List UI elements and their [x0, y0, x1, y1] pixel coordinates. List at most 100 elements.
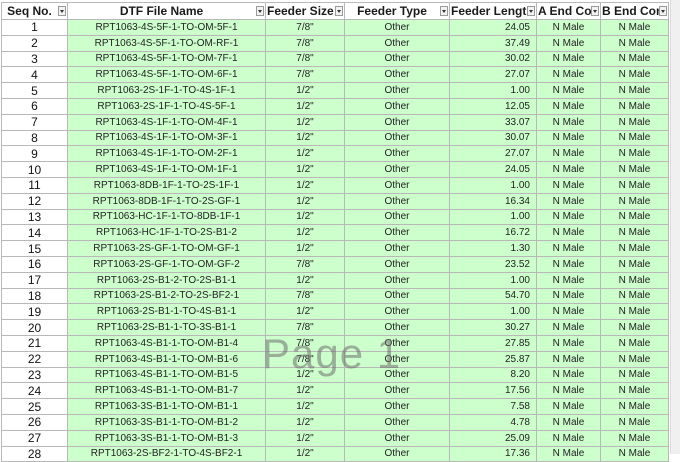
column-header-feeder-length[interactable]: Feeder Length — [449, 2, 537, 20]
column-header-a-end[interactable]: A End Cor — [536, 2, 601, 20]
dtf-file-name-cell[interactable]: RPT1063-HC-1F-1-TO-2S-B1-2 — [67, 224, 266, 242]
feeder-length-cell[interactable]: 1.00 — [449, 208, 537, 226]
b-end-connector-cell[interactable]: N Male — [600, 429, 669, 447]
b-end-connector-cell[interactable]: N Male — [600, 271, 669, 289]
a-end-connector-cell[interactable]: N Male — [536, 113, 601, 131]
a-end-connector-cell[interactable]: N Male — [536, 82, 601, 99]
filter-dropdown-icon[interactable] — [659, 6, 667, 16]
feeder-length-cell[interactable]: 1.30 — [449, 240, 537, 257]
feeder-length-cell[interactable]: 27.85 — [449, 334, 537, 352]
filter-dropdown-icon[interactable] — [440, 6, 448, 16]
feeder-length-cell[interactable]: 37.49 — [449, 34, 537, 52]
a-end-connector-cell[interactable]: N Male — [536, 271, 601, 289]
b-end-connector-cell[interactable]: N Male — [600, 129, 669, 147]
dtf-file-name-cell[interactable]: RPT1063-4S-B1-1-TO-OM-B1-4 — [67, 334, 266, 352]
dtf-file-name-cell[interactable]: RPT1063-2S-1F-1-TO-4S-1F-1 — [67, 82, 266, 99]
a-end-connector-cell[interactable]: N Male — [536, 97, 601, 115]
b-end-connector-cell[interactable]: N Male — [600, 255, 669, 273]
dtf-file-name-cell[interactable]: RPT1063-2S-B1-1-TO-4S-B1-1 — [67, 303, 266, 321]
dtf-file-name-cell[interactable]: RPT1063-2S-B1-2-TO-2S-B1-1 — [67, 271, 266, 289]
a-end-connector-cell[interactable]: N Male — [536, 303, 601, 321]
feeder-size-cell[interactable]: 7/8" — [265, 334, 345, 352]
seq-cell[interactable]: 9 — [1, 145, 68, 163]
seq-cell[interactable]: 13 — [1, 208, 68, 226]
dtf-file-name-cell[interactable]: RPT1063-4S-5F-1-TO-OM-5F-1 — [67, 19, 266, 36]
feeder-length-cell[interactable]: 12.05 — [449, 97, 537, 115]
feeder-size-cell[interactable]: 7/8" — [265, 319, 345, 336]
feeder-size-cell[interactable]: 1/2" — [265, 413, 345, 431]
feeder-size-cell[interactable]: 1/2" — [265, 240, 345, 257]
feeder-type-cell[interactable]: Other — [344, 176, 450, 194]
feeder-length-cell[interactable]: 27.07 — [449, 66, 537, 84]
seq-cell[interactable]: 12 — [1, 192, 68, 210]
vertical-scrollbar[interactable] — [670, 0, 680, 454]
feeder-length-cell[interactable]: 30.07 — [449, 129, 537, 147]
feeder-length-cell[interactable]: 33.07 — [449, 113, 537, 131]
feeder-length-cell[interactable]: 30.02 — [449, 50, 537, 68]
b-end-connector-cell[interactable]: N Male — [600, 398, 669, 415]
a-end-connector-cell[interactable]: N Male — [536, 19, 601, 36]
feeder-type-cell[interactable]: Other — [344, 113, 450, 131]
b-end-connector-cell[interactable]: N Male — [600, 334, 669, 352]
feeder-type-cell[interactable]: Other — [344, 97, 450, 115]
dtf-file-name-cell[interactable]: RPT1063-4S-B1-1-TO-OM-B1-5 — [67, 366, 266, 384]
feeder-type-cell[interactable]: Other — [344, 66, 450, 84]
seq-cell[interactable]: 21 — [1, 334, 68, 352]
b-end-connector-cell[interactable]: N Male — [600, 224, 669, 242]
dtf-file-name-cell[interactable]: RPT1063-4S-B1-1-TO-OM-B1-7 — [67, 382, 266, 400]
a-end-connector-cell[interactable]: N Male — [536, 334, 601, 352]
dtf-file-name-cell[interactable]: RPT1063-2S-GF-1-TO-OM-GF-2 — [67, 255, 266, 273]
a-end-connector-cell[interactable]: N Male — [536, 429, 601, 447]
a-end-connector-cell[interactable]: N Male — [536, 66, 601, 84]
feeder-size-cell[interactable]: 1/2" — [265, 271, 345, 289]
b-end-connector-cell[interactable]: N Male — [600, 66, 669, 84]
seq-cell[interactable]: 5 — [1, 82, 68, 99]
seq-cell[interactable]: 7 — [1, 113, 68, 131]
b-end-connector-cell[interactable]: N Male — [600, 145, 669, 163]
feeder-length-cell[interactable]: 17.56 — [449, 382, 537, 400]
feeder-length-cell[interactable]: 24.05 — [449, 161, 537, 178]
seq-cell[interactable]: 11 — [1, 176, 68, 194]
seq-cell[interactable]: 4 — [1, 66, 68, 84]
a-end-connector-cell[interactable]: N Male — [536, 50, 601, 68]
b-end-connector-cell[interactable]: N Male — [600, 34, 669, 52]
feeder-length-cell[interactable]: 1.00 — [449, 303, 537, 321]
feeder-type-cell[interactable]: Other — [344, 224, 450, 242]
dtf-file-name-cell[interactable]: RPT1063-2S-B1-2-TO-2S-BF2-1 — [67, 287, 266, 305]
dtf-file-name-cell[interactable]: RPT1063-4S-5F-1-TO-OM-6F-1 — [67, 66, 266, 84]
feeder-type-cell[interactable]: Other — [344, 240, 450, 257]
feeder-type-cell[interactable]: Other — [344, 398, 450, 415]
seq-cell[interactable]: 8 — [1, 129, 68, 147]
seq-cell[interactable]: 24 — [1, 382, 68, 400]
dtf-file-name-cell[interactable]: RPT1063-4S-5F-1-TO-OM-RF-1 — [67, 34, 266, 52]
feeder-size-cell[interactable]: 1/2" — [265, 398, 345, 415]
dtf-file-name-cell[interactable]: RPT1063-3S-B1-1-TO-OM-B1-2 — [67, 413, 266, 431]
dtf-file-name-cell[interactable]: RPT1063-HC-1F-1-TO-8DB-1F-1 — [67, 208, 266, 226]
feeder-size-cell[interactable]: 1/2" — [265, 429, 345, 447]
filter-dropdown-icon[interactable] — [335, 6, 343, 16]
b-end-connector-cell[interactable]: N Male — [600, 19, 669, 36]
feeder-type-cell[interactable]: Other — [344, 271, 450, 289]
a-end-connector-cell[interactable]: N Male — [536, 192, 601, 210]
feeder-type-cell[interactable]: Other — [344, 19, 450, 36]
dtf-file-name-cell[interactable]: RPT1063-3S-B1-1-TO-OM-B1-3 — [67, 429, 266, 447]
feeder-size-cell[interactable]: 7/8" — [265, 66, 345, 84]
feeder-size-cell[interactable]: 1/2" — [265, 97, 345, 115]
feeder-size-cell[interactable]: 1/2" — [265, 208, 345, 226]
a-end-connector-cell[interactable]: N Male — [536, 398, 601, 415]
a-end-connector-cell[interactable]: N Male — [536, 208, 601, 226]
feeder-length-cell[interactable]: 1.00 — [449, 271, 537, 289]
feeder-size-cell[interactable]: 7/8" — [265, 34, 345, 52]
b-end-connector-cell[interactable]: N Male — [600, 192, 669, 210]
feeder-size-cell[interactable]: 7/8" — [265, 287, 345, 305]
a-end-connector-cell[interactable]: N Male — [536, 366, 601, 384]
feeder-size-cell[interactable]: 1/2" — [265, 129, 345, 147]
filter-dropdown-icon[interactable] — [58, 6, 66, 16]
b-end-connector-cell[interactable]: N Male — [600, 303, 669, 321]
filter-dropdown-icon[interactable] — [527, 6, 535, 16]
feeder-type-cell[interactable]: Other — [344, 429, 450, 447]
a-end-connector-cell[interactable]: N Male — [536, 255, 601, 273]
feeder-size-cell[interactable]: 1/2" — [265, 113, 345, 131]
feeder-type-cell[interactable]: Other — [344, 34, 450, 52]
feeder-length-cell[interactable]: 1.00 — [449, 82, 537, 99]
